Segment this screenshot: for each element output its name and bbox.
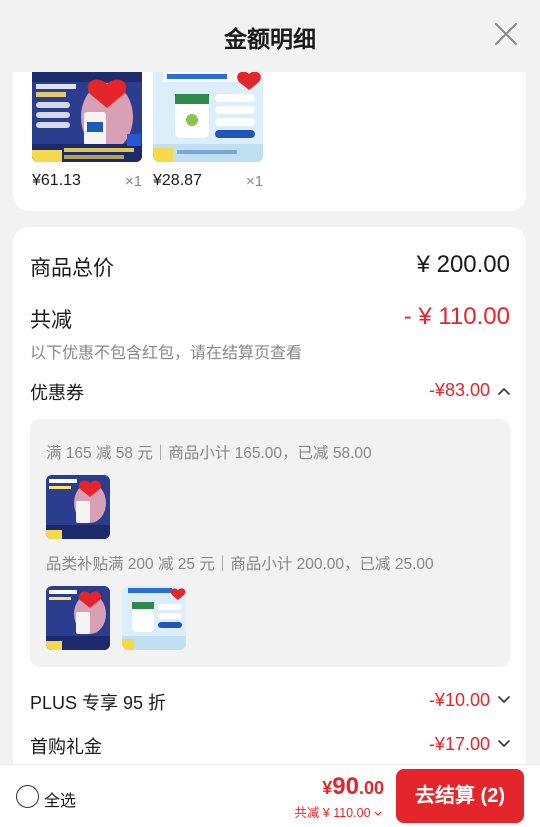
currency-symbol: ¥ [322, 778, 333, 798]
coupon-rule-1: 满 165 减 58 元｜商品小计 165.00，已减 58.00 [46, 445, 372, 462]
reduce-note-text: 共减 ¥ 110.00 [294, 806, 371, 820]
product-qty-1: ×1 [125, 173, 143, 190]
price-decimal: .00 [358, 778, 384, 798]
total-label: 商品总价 [30, 257, 114, 280]
chevron-up-icon[interactable] [498, 387, 510, 395]
plus-discount-label[interactable]: PLUS 专享 95 折 [30, 689, 166, 715]
select-all-radio[interactable] [16, 785, 39, 808]
first-purchase-label[interactable]: 首购礼金 [30, 733, 102, 759]
chevron-down-icon [374, 811, 382, 816]
checkout-bar: 全选 ¥90.00 共减 ¥ 110.00 去结算 (2) [0, 764, 540, 827]
price-integer: 90 [332, 773, 359, 800]
coupon-label[interactable]: 优惠券 [30, 379, 84, 405]
total-payable: ¥90.00 [322, 773, 384, 801]
product-price-2: ¥28.87 [153, 172, 202, 189]
coupon-value[interactable]: -¥83.00 [429, 380, 490, 401]
product-image-1[interactable] [32, 72, 142, 162]
chevron-down-icon[interactable] [498, 740, 510, 748]
total-value: ¥ 200.00 [416, 251, 510, 278]
chevron-down-icon[interactable] [498, 696, 510, 704]
price-breakdown-card: 商品总价 ¥ 200.00 共减 - ¥ 110.00 以下优惠不包含红包，请在… [13, 227, 526, 787]
coupon-detail-panel: 满 165 减 58 元｜商品小计 165.00，已减 58.00 品类补贴满 … [30, 419, 510, 667]
coupon-product-thumb-1[interactable] [46, 475, 110, 539]
reduce-value: - ¥ 110.00 [403, 303, 510, 330]
discount-note: 以下优惠不包含红包，请在结算页查看 [30, 345, 303, 362]
product-price-1: ¥61.13 [32, 172, 81, 189]
coupon-rule-2: 品类补贴满 200 减 25 元｜商品小计 200.00，已减 25.00 [46, 556, 434, 573]
page-title: 金额明细 [224, 26, 316, 52]
product-image-2[interactable] [153, 72, 263, 162]
coupon-product-thumb-2[interactable] [46, 586, 110, 650]
plus-discount-value[interactable]: -¥10.00 [429, 690, 490, 711]
first-purchase-value[interactable]: -¥17.00 [429, 734, 490, 755]
close-icon[interactable] [492, 20, 520, 48]
total-reduce-note[interactable]: 共减 ¥ 110.00 [294, 802, 382, 821]
select-all-label[interactable]: 全选 [44, 787, 76, 811]
modal-header: 金额明细 [0, 0, 540, 72]
product-qty-2: ×1 [246, 173, 264, 190]
checkout-button[interactable]: 去结算 (2) [396, 769, 524, 823]
coupon-product-thumb-3[interactable] [122, 586, 186, 650]
reduce-label: 共减 [30, 309, 72, 332]
product-list-card: ¥61.13 ×1 ¥28.87 ×1 [13, 72, 526, 211]
